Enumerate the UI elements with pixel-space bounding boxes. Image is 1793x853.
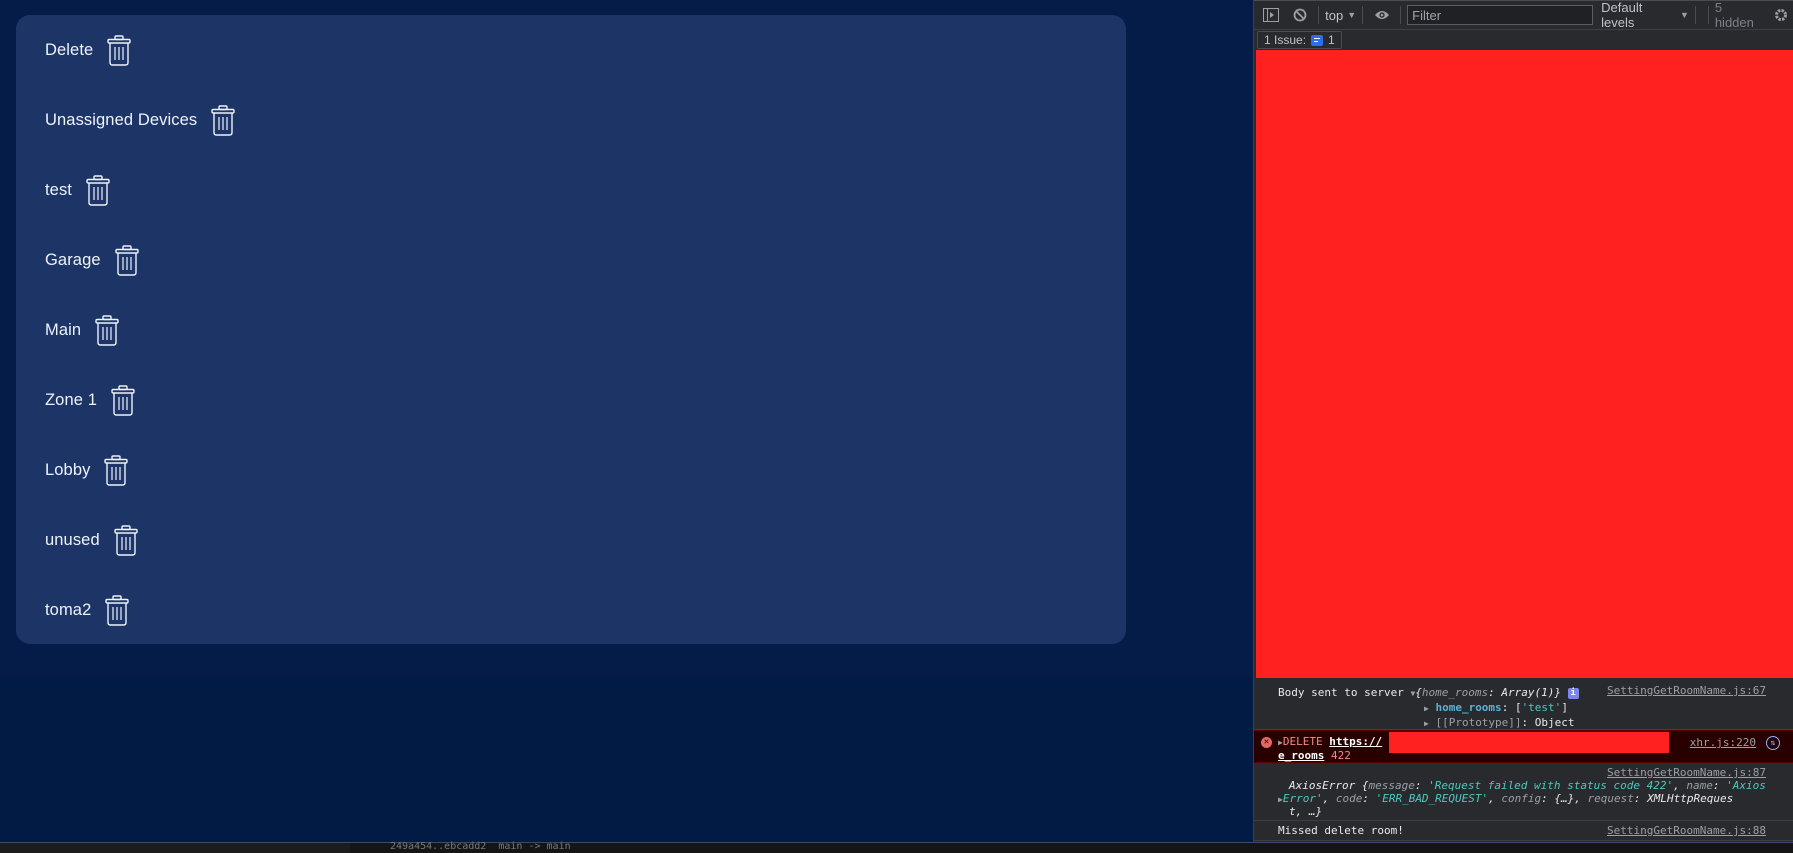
redacted-url [1389,732,1669,753]
sidebar-toggle-icon[interactable] [1258,4,1283,26]
room-name: Main [45,320,82,339]
trash-icon [211,104,235,136]
delete-room-button[interactable] [106,34,132,66]
context-label: top [1325,7,1344,23]
delete-room-button[interactable] [85,174,111,206]
settings-gear-icon[interactable] [1769,4,1793,26]
redacted-region [1256,50,1793,678]
room-row: unused [45,520,139,560]
room-name: toma2 [45,600,92,619]
devtools-panel: top ▼ Default levels ▼ 5 hidden 1 Issue:… [1253,0,1793,842]
delete-room-button[interactable] [103,454,129,486]
axios-error-line3: t, …} [1289,805,1323,818]
issue-message-icon [1311,34,1324,46]
source-link[interactable]: SettingGetRoomName.js:87 [1607,766,1766,779]
console-log-message: Missed delete room! SettingGetRoomName.j… [1254,821,1793,841]
issues-count: 1 [1328,33,1335,47]
log-levels-label: Default levels [1601,0,1643,30]
toolbar-divider [1694,6,1696,24]
axios-error-line1: AxiosError {message: 'Request failed wit… [1289,779,1766,792]
bottom-status-bar: 249a454..ebcadd2 main -> main [0,841,1793,853]
trash-icon [105,594,130,626]
room-row: Garage [45,240,140,280]
delete-room-button[interactable] [110,384,136,416]
clear-console-icon[interactable] [1287,4,1312,26]
trash-icon [114,244,139,276]
expand-triangle-icon[interactable]: ▶ [1424,719,1429,728]
delete-room-button[interactable] [210,104,236,136]
axios-error-line2: ▶Error', code: 'ERR_BAD_REQUEST', config… [1278,792,1734,805]
network-request-icon[interactable]: ⇅ [1766,736,1780,750]
rooms-panel: Delete Unassigned Devices test Garage Ma… [16,15,1126,644]
error-x-icon: ✕ [1261,737,1272,748]
trash-icon [95,314,119,346]
log-text: Body sent to server ▼{home_rooms: Array(… [1278,686,1579,699]
delete-room-button[interactable] [104,594,130,626]
room-name: Unassigned Devices [45,110,198,129]
room-name: Garage [45,250,101,269]
request-url-link[interactable]: https:// [1329,735,1382,748]
live-expression-eye-icon[interactable] [1369,4,1394,26]
trash-icon [111,384,135,416]
log-text: Missed delete room! [1278,824,1404,837]
console-log-message: SettingGetRoomName.js:87 AxiosError {mes… [1254,763,1793,821]
room-row: Main [45,310,120,350]
trash-icon [86,174,110,206]
toolbar-divider [1400,6,1402,24]
console-toolbar: top ▼ Default levels ▼ 5 hidden [1254,0,1793,30]
object-property: ▶ [[Prototype]]: Object [1424,716,1575,729]
room-name: Zone 1 [45,390,97,409]
object-property: ▶ home_rooms: ['test'] [1424,701,1568,714]
toolbar-divider [1362,6,1364,24]
context-selector[interactable]: top ▼ [1325,8,1356,23]
console-filter-input[interactable] [1407,5,1594,25]
trash-icon [114,524,138,556]
log-levels-dropdown[interactable]: Default levels ▼ [1601,0,1689,30]
room-row: Lobby [45,450,129,490]
error-text: ▶DELETE https:// [1278,735,1383,748]
delete-room-button[interactable] [114,244,140,276]
caret-down-icon: ▼ [1679,10,1689,20]
delete-room-button[interactable] [113,524,139,556]
room-row: Zone 1 [45,380,136,420]
git-push-status: 249a454..ebcadd2 main -> main [390,841,571,852]
room-row: Unassigned Devices [45,100,236,140]
trash-icon [104,454,129,486]
hidden-messages-count: 5 hidden [1714,0,1754,30]
toolbar-divider [1318,6,1320,24]
console-error-message: ✕ ▶DELETE https:// e_rooms 422 xhr.js:22… [1254,730,1793,763]
source-link[interactable]: xhr.js:220 [1690,736,1756,749]
app-page: Delete Unassigned Devices test Garage Ma… [0,0,1253,842]
issues-button[interactable]: 1 Issue: 1 [1257,31,1342,49]
room-name: Delete [45,40,94,59]
page-background-lower [0,678,1253,842]
trash-icon [107,34,131,66]
room-name: Lobby [45,460,91,479]
room-name: unused [45,530,100,549]
room-name: test [45,180,72,199]
room-row: test [45,170,111,210]
toolbar-divider [1707,6,1709,24]
issues-bar: 1 Issue: 1 [1254,30,1793,50]
caret-down-icon: ▼ [1347,10,1357,20]
info-icon: i [1567,687,1579,699]
source-link[interactable]: SettingGetRoomName.js:67 [1607,684,1766,697]
issues-label: 1 Issue: [1264,33,1307,47]
delete-room-button[interactable] [94,314,120,346]
console-log-message: Body sent to server ▼{home_rooms: Array(… [1254,678,1793,730]
source-link[interactable]: SettingGetRoomName.js:88 [1607,824,1766,837]
expand-triangle-icon[interactable]: ▶ [1424,704,1429,713]
error-text-line2: e_rooms 422 [1278,749,1351,762]
room-row: Delete [45,30,132,70]
console-messages: Body sent to server ▼{home_rooms: Array(… [1254,678,1793,841]
room-row: toma2 [45,590,130,630]
